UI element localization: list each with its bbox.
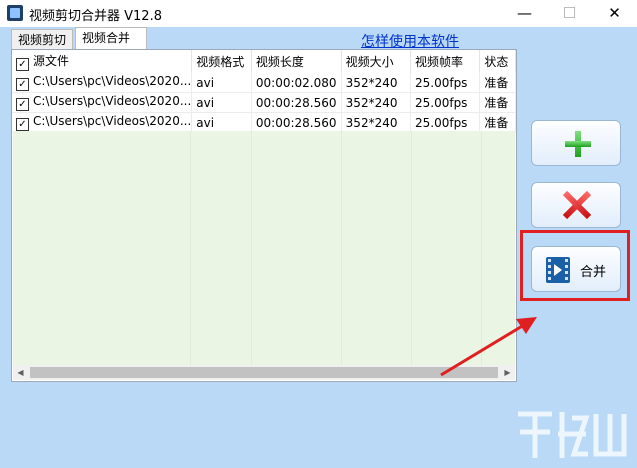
watermark-logo bbox=[518, 411, 627, 458]
annotation-arrow bbox=[440, 317, 537, 377]
